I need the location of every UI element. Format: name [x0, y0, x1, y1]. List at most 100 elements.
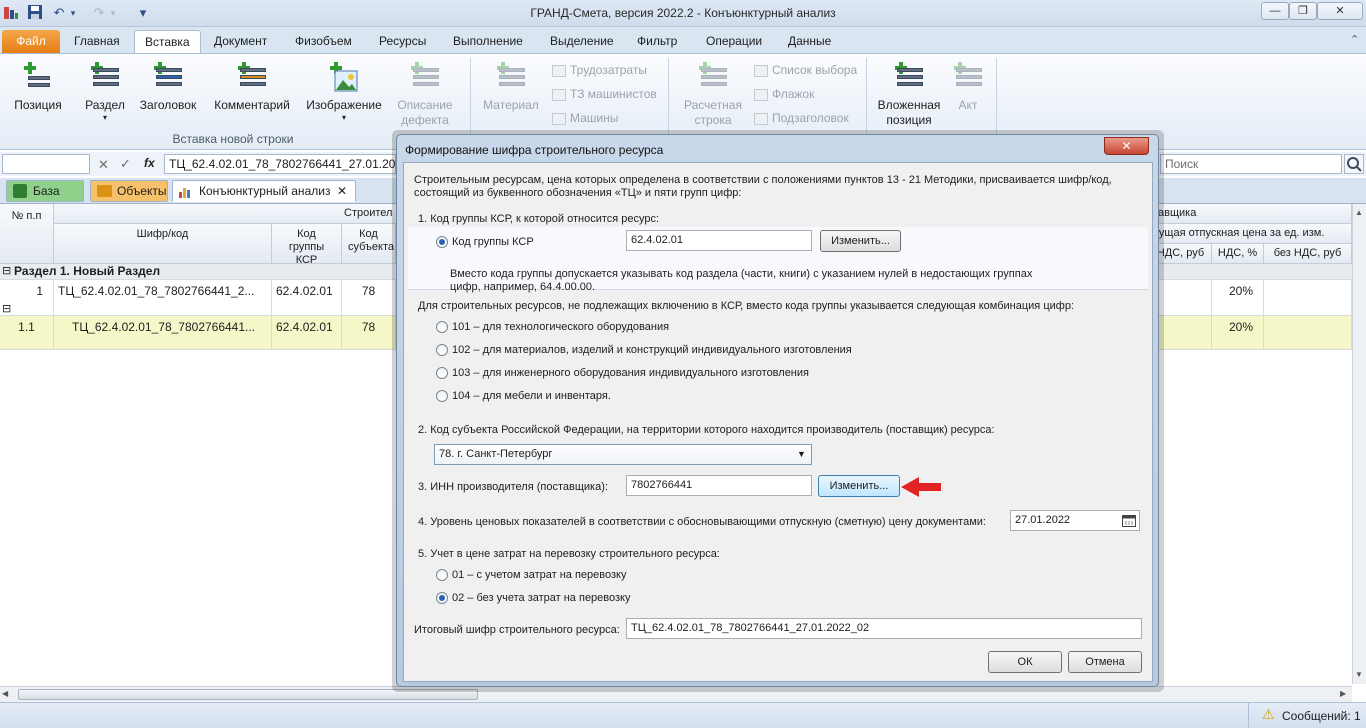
minimize-button[interactable]: —	[1261, 2, 1289, 20]
tab-home[interactable]: Главная	[64, 30, 130, 53]
col-header-ksr[interactable]: Код группы КСР	[272, 224, 342, 266]
change-inn-button[interactable]: Изменить...	[818, 475, 900, 497]
tab-execution[interactable]: Выполнение	[443, 30, 533, 53]
machinists-label: ТЗ машинистов	[570, 87, 657, 101]
col-header-subject[interactable]: Код субъекта	[342, 224, 396, 264]
option-101-radio[interactable]	[436, 321, 448, 333]
cell-subject[interactable]: 78	[342, 316, 396, 349]
scroll-down-icon[interactable]: ▼	[1355, 670, 1363, 679]
insert-position-button[interactable]: Позиция	[8, 62, 68, 113]
option-103-radio[interactable]	[436, 367, 448, 379]
tab-objects[interactable]: Объекты	[90, 180, 168, 202]
close-button[interactable]: ✕	[1317, 2, 1363, 20]
scroll-up-icon[interactable]: ▲	[1355, 208, 1363, 217]
cell-num[interactable]: 1.1	[0, 316, 54, 349]
close-tab-icon[interactable]: ✕	[337, 181, 347, 201]
collapse-group-icon[interactable]: ⊟	[2, 302, 11, 315]
insert-subheader-button[interactable]: Подзаголовок	[754, 108, 849, 128]
act-label: Акт	[958, 98, 978, 112]
option-102-radio[interactable]	[436, 344, 448, 356]
col-header-no-nds[interactable]: без НДС, руб	[1264, 244, 1352, 264]
result-code-field[interactable]: ТЦ_62.4.02.01_78_7802766441_27.01.2022_0…	[626, 618, 1142, 639]
scroll-right-icon[interactable]: ▶	[1340, 689, 1346, 698]
transport-included-label: 01 – с учетом затрат на перевозку	[452, 569, 627, 581]
price-date-value: 27.01.2022	[1015, 514, 1071, 526]
insert-choice-list-button[interactable]: Список выбора	[754, 60, 857, 80]
insert-material-button[interactable]: Материал	[480, 62, 542, 113]
subject-select[interactable]: 78. г. Санкт-Петербург ▼	[434, 444, 812, 465]
insert-comment-button[interactable]: Комментарий	[208, 62, 296, 113]
transport-excluded-radio[interactable]	[436, 592, 448, 604]
tab-market-analysis[interactable]: Конъюнктурный анализ ✕	[172, 180, 356, 202]
cell-nds-pct[interactable]: 20%	[1212, 280, 1264, 315]
tab-physical-volume[interactable]: Физобъем	[285, 30, 362, 53]
cancel-edit-icon[interactable]: ✕	[98, 157, 109, 173]
insert-calc-row-button[interactable]: Расчетная строка	[680, 62, 746, 128]
tab-selection[interactable]: Выделение	[540, 30, 624, 53]
section5-label: 5. Учет в цене затрат на перевозку строи…	[418, 548, 720, 560]
formula-input[interactable]: ТЦ_62.4.02.01_78_7802766441_27.01.2022_	[164, 154, 415, 174]
cancel-button[interactable]: Отмена	[1068, 651, 1142, 673]
dialog-close-button[interactable]: ✕	[1104, 137, 1149, 155]
insert-machinists-button[interactable]: ТЗ машинистов	[552, 84, 657, 104]
col-header-nds-pct[interactable]: НДС, %	[1212, 244, 1264, 264]
tab-document[interactable]: Документ	[204, 30, 277, 53]
dialog-title: Формирование шифра строительного ресурса	[405, 143, 664, 157]
tab-file[interactable]: Файл	[2, 30, 60, 53]
insert-labor-button[interactable]: Трудозатраты	[552, 60, 647, 80]
inn-field[interactable]: 7802766441	[626, 475, 812, 496]
cell-code[interactable]: ТЦ_62.4.02.01_78_7802766441_2...	[54, 280, 272, 315]
tab-insert[interactable]: Вставка	[134, 30, 201, 53]
confirm-edit-icon[interactable]: ✓	[120, 156, 131, 172]
insert-machines-button[interactable]: Машины	[552, 108, 618, 128]
warning-icon[interactable]: ⚠	[1262, 706, 1275, 723]
tab-operations[interactable]: Операции	[696, 30, 772, 53]
position-icon	[22, 62, 54, 94]
search-input[interactable]: Поиск	[1160, 154, 1342, 174]
cell-name-box[interactable]	[2, 154, 90, 174]
restore-button[interactable]: ❐	[1289, 2, 1317, 20]
insert-defect-description-button[interactable]: Описание дефекта	[392, 62, 458, 128]
cell-no-nds[interactable]	[1264, 280, 1352, 315]
insert-nested-position-button[interactable]: Вложенная позиция	[874, 62, 944, 128]
insert-header-button[interactable]: Заголовок	[136, 62, 200, 113]
scroll-left-icon[interactable]: ◀	[2, 689, 8, 698]
section1-label: 1. Код группы КСР, к которой относится р…	[418, 213, 660, 225]
change-ksr-button[interactable]: Изменить...	[820, 230, 901, 252]
machines-icon	[552, 112, 566, 125]
transport-included-radio[interactable]	[436, 569, 448, 581]
choice-list-icon	[754, 64, 768, 77]
messages-count[interactable]: Сообщений: 1	[1282, 709, 1361, 723]
cell-code[interactable]: ТЦ_62.4.02.01_78_7802766441...	[54, 316, 272, 349]
insert-image-button[interactable]: Изображение ▾	[300, 62, 388, 123]
tab-resources[interactable]: Ресурсы	[369, 30, 436, 53]
tab-data[interactable]: Данные	[778, 30, 841, 53]
calendar-icon[interactable]	[1122, 513, 1136, 527]
option-104-radio[interactable]	[436, 390, 448, 402]
tab-base[interactable]: База	[6, 180, 84, 202]
cell-subject[interactable]: 78	[342, 280, 396, 315]
cell-ksr[interactable]: 62.4.02.01	[272, 316, 342, 349]
price-date-field[interactable]: 27.01.2022	[1010, 510, 1140, 531]
col-header-code[interactable]: Шифр/код	[54, 224, 272, 264]
cell-ksr[interactable]: 62.4.02.01	[272, 280, 342, 315]
machines-label: Машины	[570, 111, 619, 125]
vertical-scrollbar[interactable]: ▲ ▼	[1352, 204, 1366, 684]
status-bar: ⚠ Сообщений: 1	[0, 702, 1366, 728]
search-icon[interactable]	[1344, 154, 1364, 174]
insert-flag-button[interactable]: Флажок	[754, 84, 814, 104]
insert-section-button[interactable]: Раздел ▾	[78, 62, 132, 123]
ksr-code-radio[interactable]	[436, 236, 448, 248]
ok-button[interactable]: ОК	[988, 651, 1062, 673]
ksr-code-field[interactable]: 62.4.02.01	[626, 230, 812, 251]
tab-filter[interactable]: Фильтр	[627, 30, 687, 53]
tab-objects-label: Объекты	[117, 184, 167, 198]
ribbon-collapse-icon[interactable]: ⌃	[1350, 33, 1359, 46]
insert-act-button[interactable]: Акт	[948, 62, 988, 113]
cell-nds-pct[interactable]: 20%	[1212, 316, 1264, 349]
col-header-num[interactable]: № п.п	[0, 204, 54, 264]
title-bar: ↶ ▾ ↷ ▾ ▾ ГРАНД-Смета, версия 2022.2 - К…	[0, 0, 1366, 27]
cell-no-nds[interactable]	[1264, 316, 1352, 349]
function-icon[interactable]: fx	[144, 156, 155, 170]
collapse-section-icon[interactable]: ⊟	[2, 264, 11, 277]
